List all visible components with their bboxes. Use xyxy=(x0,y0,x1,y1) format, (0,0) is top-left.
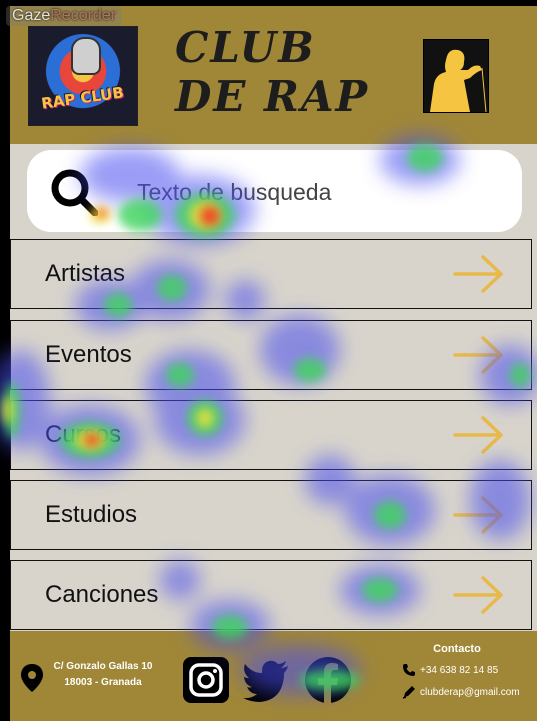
arrow-right-icon[interactable] xyxy=(453,335,505,375)
address-line-1: C/ Gonzalo Gallas 10 xyxy=(53,661,153,672)
contact-phone[interactable]: +34 638 82 14 85 xyxy=(402,661,532,679)
address: C/ Gonzalo Gallas 10 18003 - Granada xyxy=(48,659,158,691)
email-address: clubderap@gmail.com xyxy=(420,686,520,698)
instagram-icon[interactable] xyxy=(182,656,230,704)
search-input[interactable] xyxy=(135,170,509,214)
menu-item-artistas[interactable]: Artistas xyxy=(10,239,532,309)
app-screen: RAP CLUB CLUB DE RAP Artistas xyxy=(10,6,537,721)
rap-club-logo[interactable]: RAP CLUB xyxy=(28,26,138,126)
device-frame: GazeRecorder RAP CLUB CLUB DE RAP Texto … xyxy=(0,0,537,721)
contact-block: Contacto +34 638 82 14 85 clubderap@gmai… xyxy=(402,643,532,705)
gaze-recorder-watermark: GazeRecorder xyxy=(6,6,123,26)
arrow-right-icon[interactable] xyxy=(453,575,505,615)
menu-item-label: Artistas xyxy=(45,260,126,287)
page-title: CLUB DE RAP xyxy=(175,23,370,121)
search-bar[interactable] xyxy=(27,150,522,232)
menu-item-cursos[interactable]: Cursos xyxy=(10,400,532,470)
menu-item-canciones[interactable]: Canciones xyxy=(10,560,532,630)
rapper-silhouette-icon xyxy=(424,40,488,113)
arrow-right-icon[interactable] xyxy=(453,495,505,535)
microphone-icon xyxy=(71,37,101,75)
phone-number: +34 638 82 14 85 xyxy=(420,664,499,676)
menu-item-eventos[interactable]: Eventos xyxy=(10,320,532,390)
search-icon[interactable] xyxy=(50,168,98,216)
menu-item-label: Cursos xyxy=(45,421,122,448)
logo-text: RAP CLUB xyxy=(40,83,126,113)
location-pin-icon xyxy=(21,664,43,692)
menu-item-label: Eventos xyxy=(45,341,132,368)
facebook-icon[interactable] xyxy=(304,656,352,704)
contact-email[interactable]: clubderap@gmail.com xyxy=(402,683,532,701)
arrow-right-icon[interactable] xyxy=(453,415,505,455)
address-line-2: 18003 - Granada xyxy=(64,677,142,688)
arrow-right-icon[interactable] xyxy=(453,254,505,294)
header: RAP CLUB CLUB DE RAP xyxy=(10,6,537,144)
twitter-icon[interactable] xyxy=(242,656,290,704)
menu-item-label: Canciones xyxy=(45,581,159,608)
pen-icon xyxy=(402,686,415,699)
menu-item-label: Estudios xyxy=(45,501,138,528)
menu-item-estudios[interactable]: Estudios xyxy=(10,480,532,550)
rapper-image[interactable] xyxy=(423,39,489,113)
footer: C/ Gonzalo Gallas 10 18003 - Granada Con… xyxy=(10,631,537,721)
phone-icon xyxy=(403,664,415,676)
contact-title: Contacto xyxy=(433,643,481,655)
